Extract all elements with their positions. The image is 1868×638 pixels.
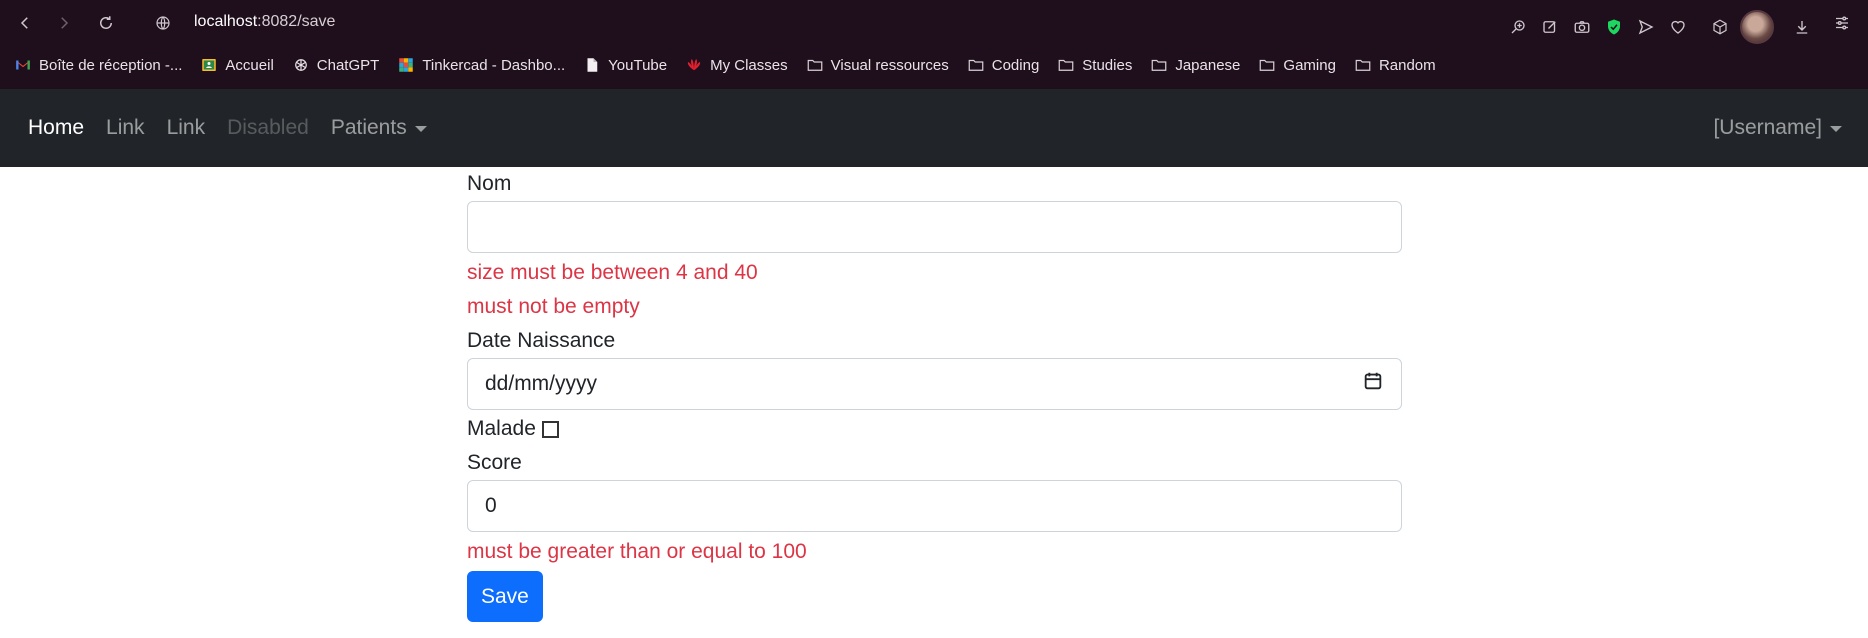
bookmark-folder-gaming[interactable]: Gaming (1258, 56, 1336, 74)
malade-row: Malade (467, 412, 1402, 446)
app-navbar: Home Link Link Disabled Patients [Userna… (0, 89, 1868, 167)
folder-icon (1057, 56, 1075, 74)
bookmark-label: ChatGPT (316, 56, 380, 74)
date-placeholder: dd/mm/yyyy (485, 372, 598, 395)
send-icon[interactable] (1634, 14, 1658, 40)
nav-patients-dropdown[interactable]: Patients (331, 116, 427, 140)
nom-label: Nom (467, 172, 512, 195)
huawei-icon (685, 56, 703, 74)
classroom-icon (200, 56, 218, 74)
toolbar-icons (1506, 10, 1814, 44)
url-field[interactable]: localhost:8082/save (194, 13, 335, 31)
forward-icon[interactable] (51, 10, 77, 36)
bookmark-my-classes[interactable]: My Classes (685, 56, 788, 74)
nav-link-2[interactable]: Link (167, 116, 206, 140)
folder-icon (1258, 56, 1276, 74)
globe-icon[interactable] (150, 10, 176, 36)
nav-patients-label: Patients (330, 116, 407, 139)
cube-icon[interactable] (1708, 14, 1732, 40)
bookmark-label: Tinkercad - Dashbo... (422, 56, 566, 74)
patient-form: Nom size must be between 4 and 40 must n… (467, 167, 1402, 622)
date-label: Date Naissance (467, 329, 616, 352)
folder-icon (806, 56, 824, 74)
score-label: Score (467, 451, 522, 474)
browser-chrome: localhost:8082/save Boîte de réception -… (0, 0, 1868, 89)
bookmarks-bar: Boîte de réception -... Accueil ChatGPT … (14, 53, 1454, 77)
bookmark-label: YouTube (608, 56, 668, 74)
nav-home[interactable]: Home (28, 116, 84, 140)
score-input[interactable]: 0 (467, 480, 1402, 532)
calendar-icon[interactable] (1362, 370, 1384, 398)
malade-label: Malade (467, 417, 536, 440)
folder-icon (1150, 56, 1168, 74)
download-icon[interactable] (1790, 14, 1814, 40)
chevron-down-icon (1830, 126, 1842, 132)
back-icon[interactable] (12, 10, 38, 36)
shield-icon[interactable] (1602, 14, 1626, 40)
bookmark-label: Japanese (1175, 56, 1241, 74)
gmail-icon (14, 56, 32, 74)
address-bar-row: localhost:8082/save (0, 0, 1868, 46)
nom-error-empty: must not be empty (467, 295, 640, 318)
bookmark-accueil[interactable]: Accueil (200, 56, 274, 74)
bookmark-label: Studies (1082, 56, 1133, 74)
avatar[interactable] (1740, 10, 1774, 44)
navbar-user: [Username] (1713, 89, 1842, 167)
bookmark-folder-japanese[interactable]: Japanese (1150, 56, 1240, 74)
score-error: must be greater than or equal to 100 (467, 540, 807, 563)
navbar-links: Home Link Link Disabled Patients (28, 89, 449, 167)
bookmark-youtube[interactable]: YouTube (583, 56, 667, 74)
bookmark-folder-random[interactable]: Random (1354, 56, 1436, 74)
tinkercad-icon (397, 56, 415, 74)
bookmark-label: Boîte de réception -... (39, 56, 183, 74)
bookmark-folder-coding[interactable]: Coding (967, 56, 1040, 74)
folder-icon (1354, 56, 1372, 74)
save-button[interactable]: Save (467, 571, 543, 622)
url-path: :8082/save (257, 13, 336, 30)
nom-input[interactable] (467, 201, 1402, 253)
score-value: 0 (485, 494, 497, 517)
nav-disabled: Disabled (227, 116, 309, 139)
nav-link-1[interactable]: Link (106, 116, 145, 140)
edit-icon[interactable] (1538, 14, 1562, 40)
user-dropdown[interactable]: [Username] (1713, 116, 1842, 140)
bookmark-label: Random (1378, 56, 1436, 74)
nom-error-size: size must be between 4 and 40 (467, 261, 758, 284)
bookmark-tinkercad[interactable]: Tinkercad - Dashbo... (397, 56, 565, 74)
zoom-icon[interactable] (1506, 14, 1530, 40)
bookmark-label: Accueil (225, 56, 274, 74)
bookmark-gmail[interactable]: Boîte de réception -... (14, 56, 182, 74)
chatgpt-icon (292, 56, 310, 74)
bookmark-label: Visual ressources (830, 56, 949, 74)
heart-icon[interactable] (1666, 14, 1690, 40)
bookmark-folder-visual-ressources[interactable]: Visual ressources (806, 56, 949, 74)
bookmark-label: Gaming (1283, 56, 1336, 74)
date-input[interactable]: dd/mm/yyyy (467, 358, 1402, 410)
bookmark-folder-studies[interactable]: Studies (1057, 56, 1132, 74)
menu-icon[interactable] (1830, 10, 1854, 36)
page-icon (583, 56, 601, 74)
camera-icon[interactable] (1570, 14, 1594, 40)
folder-icon (967, 56, 985, 74)
malade-checkbox[interactable] (541, 420, 559, 438)
username-label: [Username] (1713, 116, 1822, 139)
bookmark-label: Coding (991, 56, 1040, 74)
bookmark-chatgpt[interactable]: ChatGPT (292, 56, 380, 74)
chevron-down-icon (414, 126, 427, 132)
reload-icon[interactable] (93, 10, 119, 36)
url-host: localhost (194, 13, 258, 30)
bookmark-label: My Classes (710, 56, 788, 74)
